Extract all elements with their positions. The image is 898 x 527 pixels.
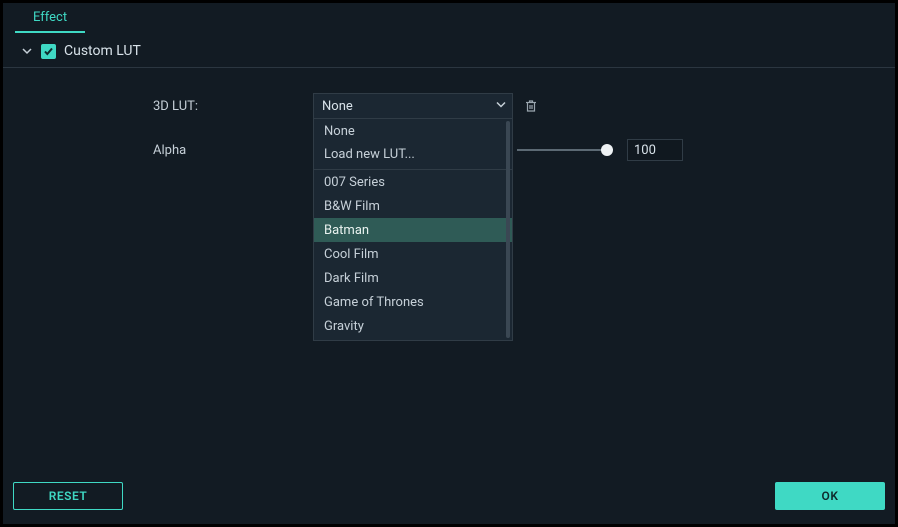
lut-option[interactable]: Dark Film (314, 266, 512, 290)
lut-option-label: Dark Film (324, 271, 379, 286)
lut-option[interactable]: 007 Series (314, 170, 512, 194)
ok-label: OK (822, 489, 839, 503)
alpha-label: Alpha (153, 143, 313, 158)
lut-label: 3D LUT: (153, 99, 313, 114)
lut-option-label: 007 Series (324, 175, 385, 190)
lut-option-label: Cool Film (324, 247, 379, 262)
chevron-down-icon (21, 45, 33, 57)
trash-icon[interactable] (521, 96, 541, 116)
panel-body: 3D LUT: None Alpha 100 NoneLoad ne (3, 68, 895, 476)
section-title: Custom LUT (64, 43, 141, 59)
lut-option-label: None (324, 124, 355, 139)
lut-option[interactable]: None (314, 119, 512, 143)
alpha-slider[interactable] (517, 149, 607, 151)
lut-option-label: Load new LUT... (324, 147, 415, 162)
reset-button[interactable]: RESET (13, 482, 123, 510)
tab-effect[interactable]: Effect (15, 3, 85, 33)
lut-option-label: B&W Film (324, 199, 380, 214)
lut-option[interactable]: Cool Film (314, 242, 512, 266)
tabstrip: Effect (3, 3, 895, 33)
row-3d-lut: 3D LUT: None (153, 92, 895, 120)
lut-select[interactable]: None (313, 93, 513, 119)
lut-option[interactable]: Game of Thrones (314, 290, 512, 314)
alpha-value: 100 (634, 143, 656, 158)
lut-option-label: Batman (324, 223, 369, 238)
lut-option[interactable]: Gravity (314, 314, 512, 338)
chevron-down-icon (496, 99, 506, 114)
lut-option-label: Gravity (324, 319, 364, 334)
custom-lut-checkbox[interactable] (41, 44, 56, 59)
lut-option-label: Game of Thrones (324, 295, 424, 310)
effect-panel: Effect Custom LUT 3D LUT: None (3, 3, 895, 524)
ok-button[interactable]: OK (775, 482, 885, 510)
reset-label: RESET (49, 489, 87, 503)
lut-option[interactable]: Load new LUT... (314, 143, 512, 170)
lut-dropdown[interactable]: None Load new LUT... 007 Series B&W Film Bat… (313, 118, 513, 341)
lut-option[interactable]: B&W Film (314, 194, 512, 218)
alpha-slider-thumb[interactable] (601, 144, 613, 156)
section-header[interactable]: Custom LUT (3, 33, 895, 68)
footer: RESET OK (3, 476, 895, 524)
tab-label: Effect (33, 10, 67, 25)
lut-select-value: None (322, 99, 353, 114)
alpha-input[interactable]: 100 (627, 139, 683, 161)
lut-option[interactable]: Batman (314, 218, 512, 242)
row-alpha: Alpha 100 (153, 136, 895, 164)
